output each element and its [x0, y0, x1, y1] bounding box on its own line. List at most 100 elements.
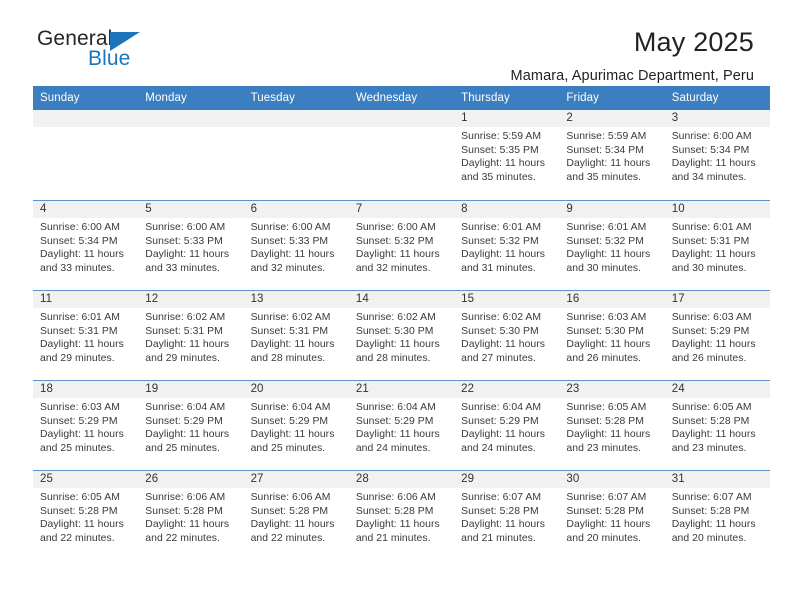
sunrise-text: Sunrise: 6:04 AM	[145, 402, 226, 413]
sunset-text: Sunset: 5:29 PM	[250, 415, 329, 427]
calendar-day-cell[interactable]: 16 Sunrise: 6:03 AM Sunset: 5:30 PM Dayligh…	[559, 291, 665, 380]
day-number: 4	[33, 201, 139, 218]
day-sun-info: Sunrise: 6:05 AM Sunset: 5:28 PM Daylight:…	[559, 398, 664, 455]
calendar-day-cell[interactable]: 26 Sunrise: 6:06 AM Sunset: 5:28 PM Dayligh…	[138, 471, 244, 560]
calendar-day-cell[interactable]: 30 Sunrise: 6:07 AM Sunset: 5:28 PM Dayligh…	[559, 471, 665, 560]
day-number: 23	[559, 381, 665, 398]
sunrise-text: Sunrise: 6:06 AM	[145, 492, 226, 503]
calendar-day-cell-empty	[33, 110, 139, 200]
calendar-day-cell[interactable]: 9 Sunrise: 6:01 AM Sunset: 5:32 PM Daylight…	[559, 201, 665, 290]
daylight-text-line1: Daylight: 11 hours	[461, 339, 546, 351]
calendar-day-cell[interactable]: 17 Sunrise: 6:03 AM Sunset: 5:29 PM Dayligh…	[664, 291, 770, 380]
sunset-text: Sunset: 5:33 PM	[145, 235, 223, 247]
day-sun-info: Sunrise: 6:05 AM Sunset: 5:28 PM Daylight:…	[33, 488, 138, 545]
day-sun-info: Sunrise: 6:02 AM Sunset: 5:31 PM Daylight:…	[244, 308, 349, 365]
daylight-text-line1: Daylight: 11 hours	[40, 249, 124, 261]
calendar-day-cell[interactable]: 10 Sunrise: 6:01 AM Sunset: 5:31 PM Dayligh…	[664, 201, 770, 290]
day-number: 22	[454, 381, 560, 398]
daylight-text-line1: Daylight: 11 hours	[145, 249, 230, 261]
daylight-text-line2: and 22 minutes.	[250, 532, 326, 544]
calendar-day-cell-empty	[138, 110, 244, 200]
sunrise-text: Sunrise: 6:04 AM	[461, 402, 542, 413]
daylight-text-line2: and 26 minutes.	[671, 352, 747, 364]
calendar-day-cell[interactable]: 31 Sunrise: 6:07 AM Sunset: 5:28 PM Dayligh…	[664, 471, 770, 560]
daylight-text-line2: and 24 minutes.	[461, 442, 536, 454]
sunset-text: Sunset: 5:30 PM	[355, 325, 434, 337]
daylight-text-line2: and 25 minutes.	[250, 442, 326, 454]
day-sun-info: Sunrise: 6:04 AM Sunset: 5:29 PM Daylight:…	[244, 398, 349, 455]
daylight-text-line1: Daylight: 11 hours	[40, 519, 124, 531]
calendar-day-cell[interactable]: 29 Sunrise: 6:07 AM Sunset: 5:28 PM Dayligh…	[454, 471, 560, 560]
sunset-text: Sunset: 5:28 PM	[145, 505, 223, 517]
daylight-text-line1: Daylight: 11 hours	[145, 339, 230, 351]
calendar-day-cell[interactable]: 28 Sunrise: 6:06 AM Sunset: 5:28 PM Dayligh…	[348, 471, 455, 560]
calendar-day-cell[interactable]: 14 Sunrise: 6:02 AM Sunset: 5:30 PM Dayligh…	[348, 291, 455, 380]
daylight-text-line2: and 25 minutes.	[40, 442, 115, 454]
sunset-text: Sunset: 5:30 PM	[566, 325, 644, 337]
daylight-text-line2: and 23 minutes.	[671, 442, 747, 454]
day-number: 10	[664, 201, 770, 218]
calendar-day-cell-empty	[348, 110, 455, 200]
calendar-day-cell[interactable]: 18 Sunrise: 6:03 AM Sunset: 5:29 PM Dayligh…	[33, 381, 139, 470]
calendar-day-cell[interactable]: 11 Sunrise: 6:01 AM Sunset: 5:31 PM Dayligh…	[33, 291, 139, 380]
sunset-text: Sunset: 5:28 PM	[461, 505, 539, 517]
day-number	[33, 110, 139, 127]
calendar-day-cell[interactable]: 2 Sunrise: 5:59 AM Sunset: 5:34 PM Daylight…	[559, 110, 665, 200]
daylight-text-line2: and 22 minutes.	[145, 532, 220, 544]
day-sun-info: Sunrise: 6:01 AM Sunset: 5:31 PM Daylight:…	[665, 218, 770, 275]
sunset-text: Sunset: 5:28 PM	[671, 505, 750, 517]
calendar-day-cell[interactable]: 6 Sunrise: 6:00 AM Sunset: 5:33 PM Daylight…	[243, 201, 349, 290]
calendar-day-cell[interactable]: 1 Sunrise: 5:59 AM Sunset: 5:35 PM Daylight…	[454, 110, 560, 200]
day-number: 9	[559, 201, 665, 218]
calendar-day-cell[interactable]: 13 Sunrise: 6:02 AM Sunset: 5:31 PM Dayligh…	[243, 291, 349, 380]
daylight-text-line1: Daylight: 11 hours	[461, 519, 546, 531]
day-sun-info: Sunrise: 6:00 AM Sunset: 5:34 PM Daylight:…	[33, 218, 138, 275]
calendar-day-cell[interactable]: 8 Sunrise: 6:01 AM Sunset: 5:32 PM Daylight…	[454, 201, 560, 290]
calendar-day-cell[interactable]: 5 Sunrise: 6:00 AM Sunset: 5:33 PM Daylight…	[138, 201, 244, 290]
calendar-day-cell[interactable]: 21 Sunrise: 6:04 AM Sunset: 5:29 PM Dayligh…	[348, 381, 455, 470]
day-sun-info: Sunrise: 6:02 AM Sunset: 5:30 PM Daylight:…	[454, 308, 559, 365]
weekday-header-tuesday: Tuesday	[250, 92, 295, 104]
sunset-text: Sunset: 5:28 PM	[355, 505, 434, 517]
day-number	[138, 110, 244, 127]
calendar-day-cell[interactable]: 22 Sunrise: 6:04 AM Sunset: 5:29 PM Dayligh…	[454, 381, 560, 470]
sunrise-text: Sunrise: 6:00 AM	[355, 222, 436, 233]
daylight-text-line1: Daylight: 11 hours	[40, 339, 124, 351]
calendar-day-cell[interactable]: 25 Sunrise: 6:05 AM Sunset: 5:28 PM Dayligh…	[33, 471, 139, 560]
day-sun-info: Sunrise: 5:59 AM Sunset: 5:34 PM Daylight:…	[559, 127, 664, 184]
day-number: 19	[138, 381, 244, 398]
calendar-day-cell[interactable]: 3 Sunrise: 6:00 AM Sunset: 5:34 PM Daylight…	[664, 110, 770, 200]
day-sun-info: Sunrise: 6:01 AM Sunset: 5:31 PM Daylight:…	[33, 308, 138, 365]
daylight-text-line1: Daylight: 11 hours	[566, 339, 651, 351]
calendar-day-cell[interactable]: 24 Sunrise: 6:05 AM Sunset: 5:28 PM Dayligh…	[664, 381, 770, 470]
calendar-day-cell[interactable]: 20 Sunrise: 6:04 AM Sunset: 5:29 PM Dayligh…	[243, 381, 349, 470]
daylight-text-line1: Daylight: 11 hours	[250, 519, 335, 531]
day-sun-info: Sunrise: 6:02 AM Sunset: 5:30 PM Daylight:…	[349, 308, 454, 365]
calendar-day-cell[interactable]: 23 Sunrise: 6:05 AM Sunset: 5:28 PM Dayligh…	[559, 381, 665, 470]
sunrise-text: Sunrise: 6:06 AM	[250, 492, 331, 503]
calendar-day-cell[interactable]: 27 Sunrise: 6:06 AM Sunset: 5:28 PM Dayligh…	[243, 471, 349, 560]
calendar-week-row: 1 Sunrise: 5:59 AM Sunset: 5:35 PM Daylight…	[33, 110, 770, 200]
day-sun-info: Sunrise: 6:06 AM Sunset: 5:28 PM Daylight:…	[138, 488, 243, 545]
day-sun-info: Sunrise: 6:00 AM Sunset: 5:34 PM Daylight:…	[665, 127, 770, 184]
daylight-text-line2: and 29 minutes.	[145, 352, 220, 364]
calendar-grid: Sunday Monday Tuesday Wednesday Thursday…	[33, 86, 770, 560]
day-number: 29	[454, 471, 560, 488]
daylight-text-line1: Daylight: 11 hours	[355, 339, 440, 351]
calendar-day-cell[interactable]: 7 Sunrise: 6:00 AM Sunset: 5:32 PM Daylight…	[348, 201, 455, 290]
day-sun-info: Sunrise: 6:07 AM Sunset: 5:28 PM Daylight:…	[454, 488, 559, 545]
day-number: 18	[33, 381, 139, 398]
calendar-day-cell[interactable]: 4 Sunrise: 6:00 AM Sunset: 5:34 PM Daylight…	[33, 201, 139, 290]
daylight-text-line2: and 30 minutes.	[566, 262, 642, 274]
brand-logo[interactable]: General Blue	[33, 26, 153, 74]
calendar-day-cell[interactable]: 15 Sunrise: 6:02 AM Sunset: 5:30 PM Dayligh…	[454, 291, 560, 380]
calendar-day-cell[interactable]: 12 Sunrise: 6:02 AM Sunset: 5:31 PM Dayligh…	[138, 291, 244, 380]
calendar-day-cell[interactable]: 19 Sunrise: 6:04 AM Sunset: 5:29 PM Dayligh…	[138, 381, 244, 470]
daylight-text-line2: and 33 minutes.	[145, 262, 220, 274]
daylight-text-line1: Daylight: 11 hours	[250, 249, 335, 261]
daylight-text-line2: and 31 minutes.	[461, 262, 536, 274]
sunset-text: Sunset: 5:29 PM	[461, 415, 539, 427]
day-number: 6	[243, 201, 349, 218]
day-number: 31	[664, 471, 770, 488]
day-sun-info: Sunrise: 6:04 AM Sunset: 5:29 PM Daylight:…	[454, 398, 559, 455]
